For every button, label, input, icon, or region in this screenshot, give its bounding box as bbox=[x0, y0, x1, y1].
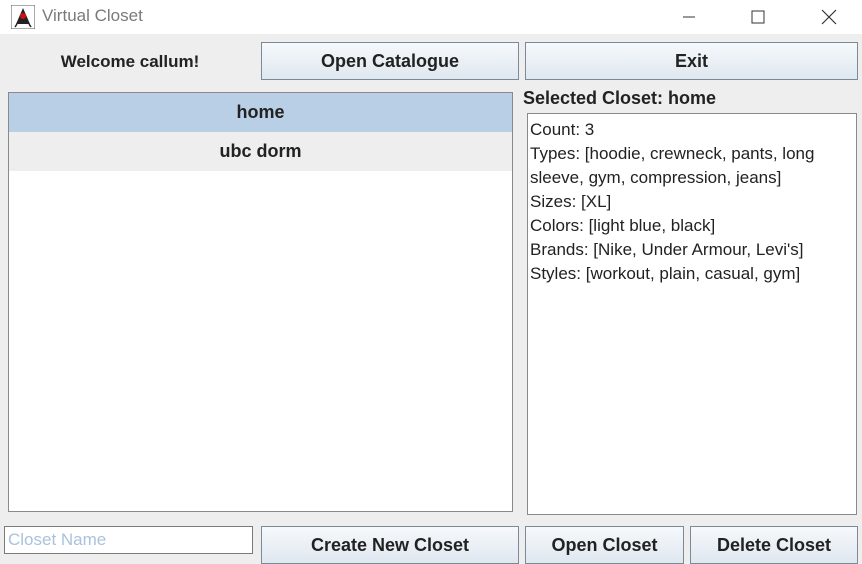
closet-list[interactable]: home ubc dorm bbox=[8, 92, 513, 512]
closet-name-input[interactable] bbox=[4, 526, 253, 554]
maximize-button[interactable] bbox=[735, 0, 781, 34]
minimize-button[interactable] bbox=[666, 0, 712, 34]
delete-closet-button[interactable]: Delete Closet bbox=[690, 526, 858, 564]
details-styles: Styles: [workout, plain, casual, gym] bbox=[530, 264, 801, 283]
title-bar: Virtual Closet bbox=[0, 0, 862, 34]
java-duke-icon bbox=[11, 5, 35, 29]
details-count: Count: 3 bbox=[530, 120, 595, 139]
welcome-label: Welcome callum! bbox=[60, 52, 200, 71]
list-item-ubc-dorm[interactable]: ubc dorm bbox=[9, 132, 512, 171]
open-closet-button[interactable]: Open Closet bbox=[525, 526, 684, 564]
details-sizes: Sizes: [XL] bbox=[530, 192, 612, 211]
close-icon bbox=[821, 9, 837, 25]
closet-details-panel: Count: 3 Types: [hoodie, crewneck, pants… bbox=[527, 113, 857, 515]
minimize-icon bbox=[683, 16, 695, 18]
selected-closet-label: Selected Closet: home bbox=[523, 88, 717, 108]
create-new-closet-button[interactable]: Create New Closet bbox=[261, 526, 519, 564]
window-title: Virtual Closet bbox=[42, 6, 143, 25]
close-button[interactable] bbox=[806, 0, 852, 34]
details-colors: Colors: [light blue, black] bbox=[530, 216, 716, 235]
open-catalogue-button[interactable]: Open Catalogue bbox=[261, 42, 519, 80]
details-brands: Brands: [Nike, Under Armour, Levi's] bbox=[530, 240, 804, 259]
exit-button[interactable]: Exit bbox=[525, 42, 858, 80]
maximize-icon bbox=[751, 10, 765, 24]
details-types: Types: [hoodie, crewneck, pants, long sl… bbox=[530, 144, 815, 187]
list-item-home[interactable]: home bbox=[9, 93, 512, 132]
